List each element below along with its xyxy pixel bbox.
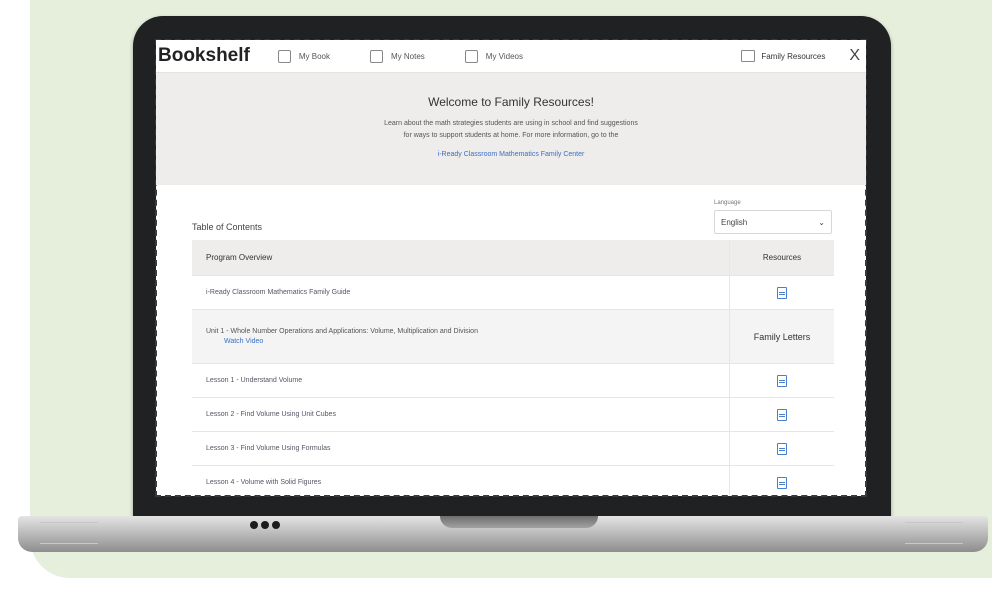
welcome-text-line1: Learn about the math strategies students… xyxy=(384,120,638,127)
nav-my-notes[interactable]: My Notes xyxy=(369,49,425,63)
row-label[interactable]: Lesson 2 - Find Volume Using Unit Cubes xyxy=(192,411,729,418)
nav-my-videos[interactable]: My Videos xyxy=(464,49,523,63)
family-resources-icon xyxy=(741,50,756,62)
toc-title: Table of Contents xyxy=(192,222,263,232)
book-icon xyxy=(277,49,291,63)
family-letters-label: Family Letters xyxy=(729,310,834,363)
table-row: Lesson 1 - Understand Volume xyxy=(192,364,834,398)
nav-family-resources[interactable]: Family Resources xyxy=(741,50,825,62)
resource-cell xyxy=(729,466,834,496)
resource-cell xyxy=(729,276,834,309)
row-label[interactable]: i-Ready Classroom Mathematics Family Gui… xyxy=(192,289,729,296)
app-brand: Bookshelf xyxy=(158,45,250,66)
notes-icon xyxy=(369,49,383,63)
header-overview: Program Overview xyxy=(206,253,273,262)
unit-label: Unit 1 - Whole Number Operations and App… xyxy=(206,328,478,335)
document-icon[interactable] xyxy=(777,374,787,387)
app-header: Bookshelf My Book My Notes My Videos Fam… xyxy=(156,40,866,73)
table-row-unit: Unit 1 - Whole Number Operations and App… xyxy=(192,310,834,364)
header-resources: Resources xyxy=(729,240,834,275)
table-row: Lesson 2 - Find Volume Using Unit Cubes xyxy=(192,398,834,432)
nav-my-notes-label: My Notes xyxy=(390,51,425,61)
row-label[interactable]: Lesson 3 - Find Volume Using Formulas xyxy=(192,445,729,452)
language-label: Language xyxy=(714,200,741,206)
nav-my-book-label: My Book xyxy=(298,51,330,61)
language-select[interactable]: English ⌄ xyxy=(714,210,832,234)
row-label[interactable]: Lesson 1 - Understand Volume xyxy=(192,377,729,384)
base-vent-right xyxy=(905,522,963,544)
row-label[interactable]: Lesson 4 - Volume with Solid Figures xyxy=(192,479,729,486)
unit-cell: Unit 1 - Whole Number Operations and App… xyxy=(192,328,729,345)
nav-my-videos-label: My Videos xyxy=(485,51,523,61)
document-icon[interactable] xyxy=(777,286,787,299)
video-icon xyxy=(464,49,478,63)
laptop-notch xyxy=(440,516,598,528)
table-header: Program Overview Resources xyxy=(192,240,834,276)
table-row: Lesson 3 - Find Volume Using Formulas xyxy=(192,432,834,466)
family-center-link[interactable]: i-Ready Classroom Mathematics Family Cen… xyxy=(438,151,585,158)
resource-cell xyxy=(729,432,834,465)
table-row: Lesson 4 - Volume with Solid Figures xyxy=(192,466,834,496)
nav-my-book[interactable]: My Book xyxy=(277,49,330,63)
indicator-dot xyxy=(250,521,258,529)
watch-video-link[interactable]: Watch Video xyxy=(206,338,729,345)
welcome-text-line2: for ways to support students at home. Fo… xyxy=(403,132,619,139)
welcome-banner: Welcome to Family Resources! Learn about… xyxy=(156,73,866,185)
base-vent-left xyxy=(40,522,98,544)
language-value: English xyxy=(721,217,748,227)
laptop-indicator-dots xyxy=(250,521,280,529)
welcome-title: Welcome to Family Resources! xyxy=(428,95,594,109)
chevron-down-icon: ⌄ xyxy=(818,217,825,227)
laptop-screen: Bookshelf My Book My Notes My Videos Fam… xyxy=(155,39,867,497)
resource-cell xyxy=(729,398,834,431)
document-icon[interactable] xyxy=(777,476,787,489)
indicator-dot xyxy=(261,521,269,529)
resource-cell xyxy=(729,364,834,397)
document-icon[interactable] xyxy=(777,408,787,421)
toc-table: Program Overview Resources i-Ready Class… xyxy=(192,240,834,496)
indicator-dot xyxy=(272,521,280,529)
table-row: i-Ready Classroom Mathematics Family Gui… xyxy=(192,276,834,310)
document-icon[interactable] xyxy=(777,442,787,455)
nav-family-resources-label: Family Resources xyxy=(761,51,826,61)
close-button[interactable]: X xyxy=(849,47,860,65)
